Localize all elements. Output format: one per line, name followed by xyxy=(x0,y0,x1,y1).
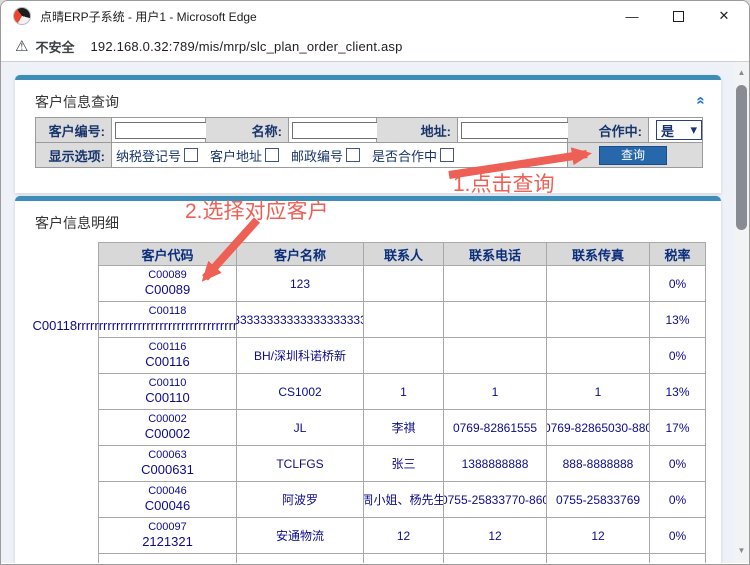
minimize-button[interactable]: — xyxy=(609,1,655,31)
site-favicon-icon xyxy=(13,7,31,25)
tax-reg-checkbox[interactable] xyxy=(184,148,198,162)
address-bar[interactable]: ⚠ 不安全 192.168.0.32:789/mis/mrp/slc_plan_… xyxy=(1,31,749,62)
window-controls: — ✕ xyxy=(609,1,747,31)
annotation-step1: 1.点击查询 xyxy=(453,168,555,198)
detail-panel-title: 客户信息明细 xyxy=(35,213,119,233)
close-icon: ✕ xyxy=(719,8,730,24)
window-title: 点晴ERP子系统 - 用户1 - Microsoft Edge xyxy=(40,8,257,25)
detail-panel: 客户信息明细 客户代码 客户名称 联系人 联系电话 联系传真 税率 C00089… xyxy=(15,196,721,563)
annotation-step2: 2.选择对应客户 xyxy=(185,195,329,225)
url-text[interactable]: 192.168.0.32:789/mis/mrp/slc_plan_order_… xyxy=(90,39,402,54)
cooperating-label: 合作中: xyxy=(568,118,648,142)
address-input[interactable] xyxy=(461,122,571,139)
option-cooperating-label: 是否合作中 xyxy=(372,146,437,165)
browser-window: 点晴ERP子系统 - 用户1 - Microsoft Edge — ✕ ⚠ 不安… xyxy=(0,0,750,565)
display-options-group: 纳税登记号 客户地址 邮政编号 是否合作中 xyxy=(112,143,567,167)
cooperating-checkbox[interactable] xyxy=(440,148,454,162)
query-panel-title: 客户信息查询 xyxy=(35,92,119,112)
col-header-phone: 联系电话 xyxy=(444,243,546,265)
close-button[interactable]: ✕ xyxy=(701,1,747,31)
customer-address-checkbox[interactable] xyxy=(265,148,279,162)
col-header-fax: 联系传真 xyxy=(547,243,649,265)
col-header-code: 客户代码 xyxy=(99,243,236,265)
query-panel: 客户信息查询 « 客户编号: 名称: 地址: 合作中: 是 ▾ 显示选项: xyxy=(15,75,721,193)
col-header-tax: 税率 xyxy=(650,243,705,265)
cooperating-select-value: 是 xyxy=(661,121,674,140)
vertical-scrollbar[interactable]: ▲ ▼ xyxy=(734,62,749,563)
page-content: 客户信息查询 « 客户编号: 名称: 地址: 合作中: 是 ▾ 显示选项: xyxy=(1,62,749,563)
scrollbar-thumb[interactable] xyxy=(736,85,747,230)
option-postcode-label: 邮政编号 xyxy=(291,146,343,165)
scroll-up-icon[interactable]: ▲ xyxy=(734,68,749,77)
query-form: 客户编号: 名称: 地址: 合作中: 是 ▾ 显示选项: 纳税登记号 客户地址 xyxy=(35,117,703,168)
postcode-checkbox[interactable] xyxy=(346,148,360,162)
col-header-contact: 联系人 xyxy=(364,243,443,265)
maximize-icon xyxy=(673,11,684,22)
minimize-icon: — xyxy=(626,9,639,24)
customer-no-input[interactable] xyxy=(115,122,207,139)
customer-no-label: 客户编号: xyxy=(36,118,111,142)
display-options-label: 显示选项: xyxy=(36,143,111,167)
collapse-panel-icon[interactable]: « xyxy=(692,96,709,104)
address-label: 地址: xyxy=(377,118,457,142)
title-bar: 点晴ERP子系统 - 用户1 - Microsoft Edge — ✕ xyxy=(1,1,749,31)
scroll-down-icon[interactable]: ▼ xyxy=(734,546,749,555)
security-label[interactable]: 不安全 xyxy=(35,37,74,56)
name-label: 名称: xyxy=(206,118,288,142)
cooperating-select[interactable]: 是 ▾ xyxy=(656,120,702,140)
customer-table: 客户代码 客户名称 联系人 联系电话 联系传真 税率 C00089C00089 … xyxy=(98,242,706,563)
chevron-down-icon: ▾ xyxy=(690,122,697,138)
warning-icon: ⚠ xyxy=(15,37,28,55)
search-button[interactable]: 查询 xyxy=(599,146,667,165)
maximize-button[interactable] xyxy=(655,1,701,31)
col-header-name: 客户名称 xyxy=(237,243,363,265)
option-address-label: 客户地址 xyxy=(210,146,262,165)
name-input[interactable] xyxy=(292,122,378,139)
option-tax-reg-label: 纳税登记号 xyxy=(116,146,181,165)
